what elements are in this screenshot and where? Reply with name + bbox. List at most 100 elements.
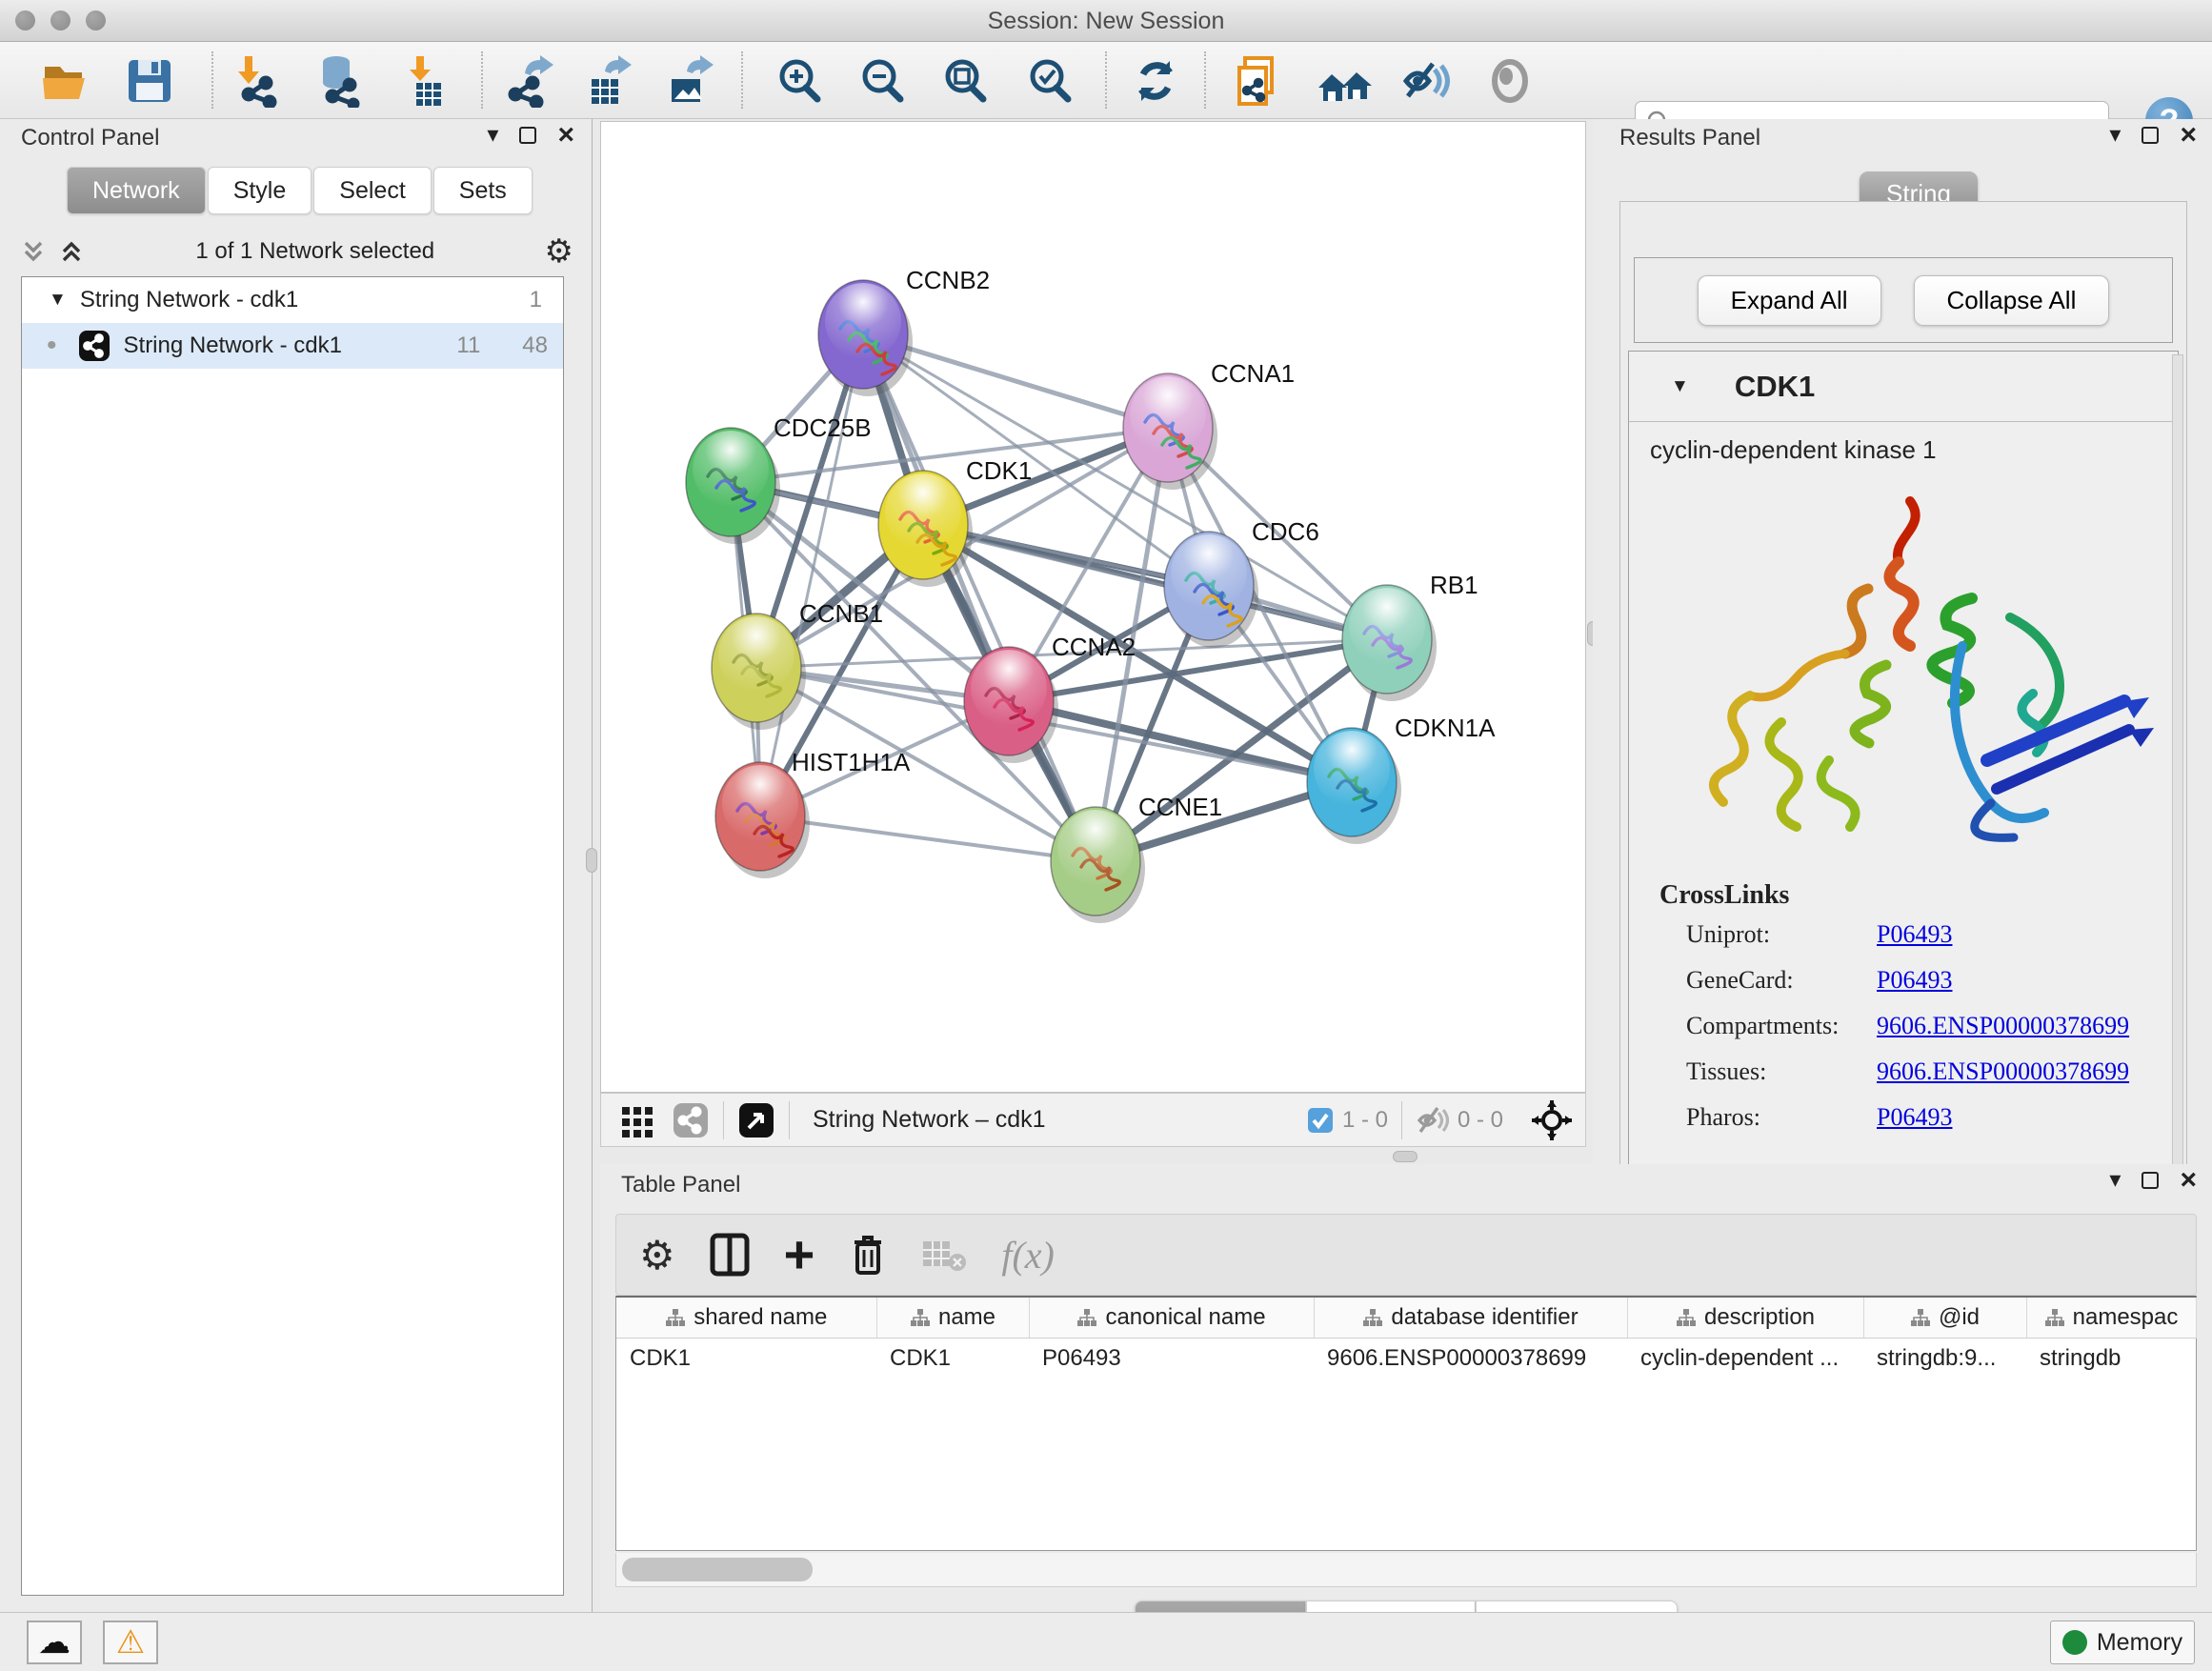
network-node-rb1[interactable]: RB1	[1342, 571, 1478, 701]
scrollbar-thumb[interactable]	[622, 1558, 813, 1581]
float-panel-icon[interactable]	[2142, 1172, 2159, 1189]
home-networks-icon[interactable]	[1317, 53, 1372, 109]
table-cell[interactable]: cyclin-dependent ...	[1627, 1338, 1863, 1379]
table-row[interactable]: CDK1CDK1P064939606.ENSP00000378699cyclin…	[616, 1338, 2196, 1379]
warnings-button[interactable]: ⚠	[103, 1621, 158, 1664]
crosslink-label: Compartments:	[1686, 1012, 1877, 1040]
table-cell[interactable]: stringdb:9...	[1863, 1338, 2026, 1379]
table-cell[interactable]: 9606.ENSP00000378699	[1314, 1338, 1627, 1379]
node-label: CDC6	[1252, 517, 1319, 546]
export-table-icon[interactable]	[581, 53, 636, 109]
network-node-ccna2[interactable]: CCNA2	[964, 633, 1136, 763]
network-collection-row[interactable]: ▼ String Network - cdk1 1	[22, 277, 563, 323]
network-node-ccna1[interactable]: CCNA1	[1123, 359, 1295, 490]
network-edge[interactable]	[863, 334, 1096, 861]
network-canvas[interactable]: CCNB2CCNA1CDC25BCDK1CDC6RB1CCNB1CCNA2CDK…	[600, 121, 1586, 1093]
export-image-icon[interactable]	[661, 53, 716, 109]
collapse-panel-icon[interactable]: ▾	[2109, 124, 2121, 147]
network-graph[interactable]: CCNB2CCNA1CDC25BCDK1CDC6RB1CCNB1CCNA2CDK…	[601, 122, 1585, 1092]
collapse-all-button[interactable]: Collapse All	[1914, 275, 2110, 326]
import-table-icon[interactable]	[398, 53, 453, 109]
zoom-fit-icon[interactable]	[937, 53, 993, 109]
table-cell[interactable]: CDK1	[616, 1338, 876, 1379]
pan-crosshair-icon[interactable]	[1530, 1098, 1574, 1142]
column-type-icon	[1676, 1308, 1697, 1327]
network-node-ccnb2[interactable]: CCNB2	[818, 266, 990, 396]
export-network-icon[interactable]	[503, 53, 558, 109]
network-edge[interactable]	[760, 816, 1096, 861]
table-cell[interactable]: P06493	[1029, 1338, 1314, 1379]
collapse-panel-icon[interactable]: ▾	[2109, 1169, 2121, 1192]
zoom-out-icon[interactable]	[855, 53, 910, 109]
tab-style[interactable]: Style	[208, 167, 312, 214]
column-header[interactable]: shared name	[616, 1298, 876, 1338]
bottom-splitter-handle[interactable]	[1393, 1151, 1418, 1162]
network-options-gear-icon[interactable]: ⚙	[545, 232, 573, 271]
crosslink-link[interactable]: P06493	[1877, 920, 1952, 949]
birdseye-view-icon[interactable]	[737, 1101, 775, 1139]
tree-expander-icon[interactable]: ▼	[49, 290, 67, 311]
zoom-in-icon[interactable]	[772, 53, 827, 109]
crosslink-link[interactable]: 9606.ENSP00000378699	[1877, 1057, 2129, 1086]
network-node-cdc25b[interactable]: CDC25B	[686, 413, 872, 544]
close-panel-icon[interactable]: ×	[557, 121, 574, 150]
tab-select[interactable]: Select	[313, 167, 431, 214]
grid-view-icon[interactable]	[618, 1101, 656, 1139]
column-header[interactable]: database identifier	[1314, 1298, 1627, 1338]
selected-checkbox-icon[interactable]	[1306, 1106, 1335, 1135]
close-panel-icon[interactable]: ×	[2180, 121, 2197, 150]
show-columns-icon[interactable]	[710, 1233, 750, 1277]
node-label: CDKN1A	[1395, 714, 1496, 742]
float-panel-icon[interactable]	[2142, 127, 2159, 144]
copy-network-icon[interactable]	[1231, 53, 1286, 109]
collapse-panel-icon[interactable]: ▾	[487, 124, 498, 147]
import-database-icon[interactable]	[311, 53, 366, 109]
column-header[interactable]: name	[876, 1298, 1029, 1338]
network-node-hist1h1a[interactable]: HIST1H1A	[715, 748, 911, 878]
add-column-icon[interactable]: +	[784, 1236, 815, 1274]
tab-network[interactable]: Network	[67, 167, 206, 214]
network-node-cdkn1a[interactable]: CDKN1A	[1307, 714, 1496, 844]
tab-sets[interactable]: Sets	[433, 167, 533, 214]
results-scrollbar[interactable]	[2172, 354, 2183, 1212]
column-header[interactable]: namespac	[2026, 1298, 2196, 1338]
window-title: Session: New Session	[0, 8, 2212, 35]
collapse-all-icon[interactable]	[19, 237, 48, 266]
crosslink-label: Uniprot:	[1686, 920, 1877, 949]
import-network-icon[interactable]	[227, 53, 282, 109]
left-splitter-handle[interactable]	[586, 848, 597, 873]
open-session-icon[interactable]	[38, 53, 93, 109]
close-panel-icon[interactable]: ×	[2180, 1166, 2197, 1195]
node-table[interactable]: shared namenamecanonical namedatabase id…	[615, 1296, 2197, 1551]
table-cell[interactable]: stringdb	[2026, 1338, 2196, 1379]
network-node-cdc6[interactable]: CDC6	[1164, 517, 1319, 648]
table-horizontal-scrollbar[interactable]	[615, 1553, 2197, 1587]
crosslink-label: Pharos:	[1686, 1103, 1877, 1132]
table-gear-icon[interactable]: ⚙	[639, 1232, 675, 1278]
status-bar: ☁ ⚠ Memory	[0, 1612, 2212, 1671]
eye-icon[interactable]	[1482, 53, 1538, 109]
table-cell[interactable]: CDK1	[876, 1338, 1029, 1379]
gene-expander-icon[interactable]: ▼	[1671, 376, 1689, 397]
collection-count: 1	[530, 287, 542, 313]
crosslink-link[interactable]: P06493	[1877, 1103, 1952, 1132]
column-header[interactable]: @id	[1863, 1298, 2026, 1338]
expand-all-button[interactable]: Expand All	[1698, 275, 1881, 326]
string-view-icon[interactable]	[672, 1101, 710, 1139]
network-row[interactable]: • String Network - cdk1 11 48	[22, 323, 563, 369]
crosslink-link[interactable]: P06493	[1877, 966, 1952, 995]
zoom-selected-icon[interactable]	[1022, 53, 1077, 109]
save-session-icon[interactable]	[122, 53, 177, 109]
column-header[interactable]: canonical name	[1029, 1298, 1314, 1338]
column-header[interactable]: description	[1627, 1298, 1863, 1338]
memory-button[interactable]: Memory	[2050, 1621, 2195, 1664]
cloud-status-button[interactable]: ☁	[27, 1621, 82, 1664]
hide-unhide-icon[interactable]	[1399, 53, 1455, 109]
refresh-icon[interactable]	[1128, 53, 1183, 109]
network-node-ccne1[interactable]: CCNE1	[1051, 793, 1222, 923]
delete-column-icon[interactable]	[849, 1233, 887, 1277]
float-panel-icon[interactable]	[519, 127, 536, 144]
gene-header[interactable]: ▼ CDK1	[1629, 352, 2178, 422]
expand-all-tree-icon[interactable]	[57, 237, 86, 266]
crosslink-link[interactable]: 9606.ENSP00000378699	[1877, 1012, 2129, 1040]
